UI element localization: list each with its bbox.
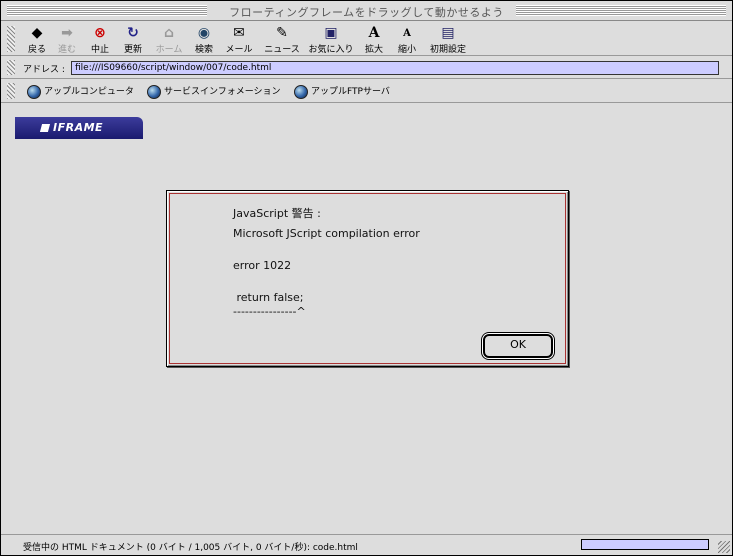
- resize-grip-handle[interactable]: [718, 541, 730, 553]
- favorites-button[interactable]: ▣ お気に入り: [307, 25, 355, 55]
- alert-code-line: return false;: [233, 291, 304, 304]
- text-larger-icon: A: [368, 25, 380, 41]
- forward-arrow-icon: ➡: [61, 25, 73, 41]
- status-text: 受信中の HTML ドキュメント (0 バイト / 1,005 バイト, 0 バ…: [23, 543, 358, 553]
- progress-bar: [581, 539, 709, 550]
- window-title: フローティングフレームをドラッグして動かせるよう: [229, 6, 504, 19]
- news-icon: ✎: [276, 25, 288, 41]
- page-content: IFRAME JavaScript 警告 : Microsoft JScript…: [1, 104, 732, 534]
- alert-error-code: error 1022: [233, 259, 292, 272]
- search-globe-icon: ◉: [197, 25, 211, 41]
- title-bar[interactable]: フローティングフレームをドラッグして動かせるよう: [1, 1, 732, 21]
- favorites-bar-grip-handle[interactable]: [7, 83, 15, 99]
- preferences-icon: ▤: [441, 25, 455, 41]
- forward-button[interactable]: ➡ 進む: [49, 25, 85, 55]
- favorites-bar: アップルコンピュータ サービスインフォメーション アップルFTPサーバ: [1, 80, 732, 103]
- status-bar: 受信中の HTML ドキュメント (0 バイト / 1,005 バイト, 0 バ…: [1, 534, 732, 555]
- toolbar-grip-handle[interactable]: [7, 26, 15, 52]
- globe-icon: [27, 84, 41, 99]
- stop-button[interactable]: ⊗ 中止: [82, 25, 118, 55]
- favorite-apple-ftp-server[interactable]: アップルFTPサーバ: [294, 84, 390, 100]
- home-icon: ⌂: [163, 25, 175, 41]
- refresh-button[interactable]: ↻ 更新: [115, 25, 151, 55]
- stop-icon: ⊗: [94, 25, 106, 41]
- toolbar: ◆ 戻る ➡ 進む ⊗ 中止 ↻ 更新 ⌂ ホーム ◉ 検索 ✉ メール ✎ ニ: [1, 22, 732, 56]
- favorite-service-information[interactable]: サービスインフォメーション: [147, 84, 281, 100]
- refresh-icon: ↻: [127, 25, 139, 41]
- ok-button[interactable]: OK: [483, 334, 553, 358]
- address-label: アドレス :: [23, 65, 65, 75]
- address-bar: アドレス : file:///IS09660/script/window/007…: [1, 57, 732, 79]
- text-smaller-icon: A: [403, 28, 411, 39]
- search-button[interactable]: ◉ 検索: [186, 25, 222, 55]
- favorites-icon: ▣: [324, 25, 338, 41]
- zoom-out-button[interactable]: A 縮小: [389, 25, 425, 55]
- mail-icon: ✉: [233, 25, 245, 41]
- alert-title: JavaScript 警告 :: [233, 207, 321, 220]
- address-input[interactable]: file:///IS09660/script/window/007/code.h…: [71, 61, 719, 75]
- globe-icon: [294, 84, 308, 99]
- javascript-alert-dialog: JavaScript 警告 : Microsoft JScript compil…: [166, 190, 569, 367]
- zoom-in-button[interactable]: A 拡大: [356, 25, 392, 55]
- alert-pointer-line: ----------------^: [233, 305, 306, 318]
- mail-button[interactable]: ✉ メール: [221, 25, 257, 55]
- favorite-apple-computer[interactable]: アップルコンピュータ: [27, 84, 134, 100]
- alert-message: Microsoft JScript compilation error: [233, 227, 420, 240]
- home-button[interactable]: ⌂ ホーム: [151, 25, 187, 55]
- browser-window: フローティングフレームをドラッグして動かせるよう ◆ 戻る ➡ 進む ⊗ 中止 …: [0, 0, 733, 556]
- globe-icon: [147, 84, 161, 99]
- iframe-tab[interactable]: IFRAME: [15, 117, 143, 139]
- news-button[interactable]: ✎ ニュース: [262, 25, 302, 55]
- address-bar-grip-handle[interactable]: [7, 60, 15, 75]
- preferences-button[interactable]: ▤ 初期設定: [427, 25, 469, 55]
